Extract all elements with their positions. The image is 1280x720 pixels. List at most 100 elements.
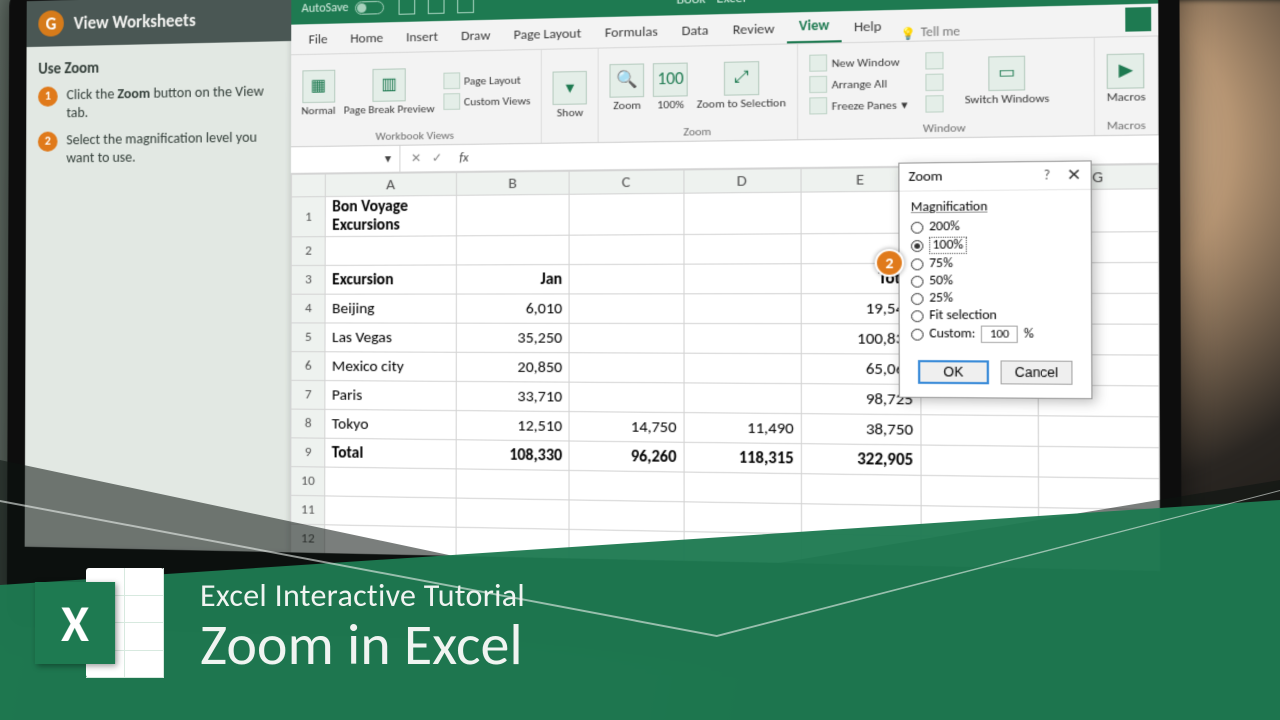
cell[interactable] bbox=[456, 194, 569, 236]
cell[interactable]: 12,510 bbox=[456, 411, 569, 441]
cell[interactable] bbox=[921, 506, 1039, 539]
cell[interactable] bbox=[569, 382, 683, 412]
row-header[interactable]: 4 bbox=[291, 294, 325, 323]
cell[interactable] bbox=[684, 532, 801, 564]
cell[interactable] bbox=[456, 498, 569, 529]
page-break-preview-button[interactable]: ▥Page Break Preview bbox=[344, 68, 435, 117]
switch-windows-button[interactable]: ▭Switch Windows bbox=[965, 55, 1050, 107]
dialog-help-icon[interactable]: ? bbox=[1044, 168, 1051, 183]
tab-page-layout[interactable]: Page Layout bbox=[502, 19, 593, 49]
quick-access-toolbar[interactable] bbox=[398, 0, 473, 15]
cell[interactable] bbox=[569, 193, 683, 235]
cell[interactable] bbox=[569, 264, 683, 294]
cell[interactable] bbox=[801, 474, 921, 506]
zoom-to-selection-button[interactable]: ⤢Zoom to Selection bbox=[697, 60, 786, 111]
cell[interactable]: Bon Voyage Excursions bbox=[326, 195, 457, 236]
cell[interactable] bbox=[325, 554, 456, 571]
cell[interactable] bbox=[569, 500, 683, 532]
share-button[interactable] bbox=[1125, 7, 1151, 32]
cell[interactable] bbox=[325, 496, 456, 527]
ok-button[interactable]: OK bbox=[918, 360, 989, 384]
radio-25[interactable]: 25% bbox=[911, 291, 1079, 306]
hide-button[interactable] bbox=[926, 74, 944, 92]
tab-file[interactable]: File bbox=[297, 26, 339, 55]
cell[interactable] bbox=[684, 472, 801, 504]
cell[interactable] bbox=[569, 294, 683, 324]
cell[interactable] bbox=[1039, 416, 1160, 448]
radio-50[interactable]: 50% bbox=[911, 273, 1079, 289]
cell[interactable] bbox=[801, 534, 921, 567]
save-icon[interactable] bbox=[398, 0, 415, 15]
row-header[interactable]: 6 bbox=[291, 352, 325, 381]
row-header[interactable]: 3 bbox=[291, 265, 325, 294]
cell[interactable]: 118,315 bbox=[684, 442, 801, 473]
cell[interactable] bbox=[569, 559, 684, 571]
show-dropdown[interactable]: ▾Show bbox=[553, 71, 587, 120]
cell[interactable]: 96,260 bbox=[569, 441, 683, 472]
cell[interactable]: Mexico city bbox=[325, 352, 456, 382]
split-button[interactable] bbox=[926, 52, 944, 70]
row-header[interactable]: 11 bbox=[291, 495, 325, 524]
cell[interactable]: Las Vegas bbox=[325, 323, 456, 352]
cell[interactable]: 33,710 bbox=[456, 381, 569, 411]
row-header[interactable]: 13 bbox=[291, 553, 325, 571]
radio-100[interactable]: 100% bbox=[911, 236, 1079, 254]
toggle-off-icon[interactable] bbox=[355, 0, 384, 14]
page-layout-button[interactable]: Page Layout bbox=[443, 71, 530, 89]
cell[interactable] bbox=[569, 323, 683, 353]
cell[interactable] bbox=[1039, 477, 1160, 510]
cell[interactable] bbox=[325, 525, 456, 557]
cell[interactable]: 35,250 bbox=[456, 323, 569, 353]
arrange-all-button[interactable]: Arrange All bbox=[809, 74, 907, 93]
tab-formulas[interactable]: Formulas bbox=[593, 18, 670, 48]
cell[interactable] bbox=[683, 264, 800, 294]
cancel-button[interactable]: Cancel bbox=[1001, 360, 1073, 384]
tab-insert[interactable]: Insert bbox=[395, 23, 450, 52]
cell[interactable]: 6,010 bbox=[456, 294, 569, 323]
cell[interactable] bbox=[684, 294, 801, 324]
cell[interactable] bbox=[684, 561, 801, 571]
cell[interactable] bbox=[1039, 508, 1160, 541]
column-header[interactable]: B bbox=[456, 171, 569, 195]
new-window-button[interactable]: New Window bbox=[809, 53, 907, 72]
cell[interactable] bbox=[801, 504, 921, 536]
column-header[interactable]: C bbox=[569, 170, 683, 194]
row-header[interactable]: 8 bbox=[291, 409, 325, 438]
tab-review[interactable]: Review bbox=[721, 15, 787, 45]
cell[interactable] bbox=[921, 415, 1039, 447]
row-header[interactable]: 7 bbox=[291, 380, 325, 409]
cell[interactable] bbox=[456, 556, 569, 571]
cell[interactable] bbox=[569, 529, 684, 561]
select-all-corner[interactable] bbox=[291, 174, 325, 197]
radio-200[interactable]: 200% bbox=[911, 218, 1079, 234]
cell[interactable] bbox=[1039, 538, 1160, 571]
radio-custom[interactable]: Custom: 100 % bbox=[911, 325, 1079, 343]
row-header[interactable]: 12 bbox=[291, 524, 325, 554]
redo-icon[interactable] bbox=[457, 0, 474, 13]
cell[interactable]: Tokyo bbox=[325, 409, 456, 439]
autosave-toggle[interactable]: AutoSave bbox=[301, 0, 383, 16]
cell[interactable]: 322,905 bbox=[801, 444, 921, 476]
custom-views-button[interactable]: Custom Views bbox=[443, 92, 531, 110]
zoom-button[interactable]: 🔍Zoom bbox=[610, 63, 645, 112]
cell[interactable]: Total bbox=[325, 438, 456, 469]
cell[interactable]: 108,330 bbox=[456, 440, 569, 471]
cell[interactable] bbox=[325, 236, 456, 266]
freeze-panes-button[interactable]: Freeze Panes▾ bbox=[809, 96, 907, 115]
cell[interactable]: 14,750 bbox=[569, 412, 683, 443]
cell[interactable] bbox=[569, 470, 683, 501]
row-header[interactable]: 10 bbox=[291, 467, 325, 496]
cell[interactable] bbox=[683, 192, 800, 234]
cell[interactable] bbox=[1039, 446, 1160, 478]
cell[interactable] bbox=[921, 475, 1039, 507]
row-header[interactable]: 1 bbox=[291, 197, 325, 237]
column-header[interactable]: D bbox=[683, 169, 800, 194]
radio-75[interactable]: 75% bbox=[911, 256, 1079, 272]
radio-fitselection[interactable]: Fit selection bbox=[911, 308, 1079, 323]
cell[interactable]: 11,490 bbox=[684, 413, 801, 444]
undo-icon[interactable] bbox=[428, 0, 445, 14]
enter-formula-icon[interactable]: ✓ bbox=[432, 150, 443, 166]
cell[interactable] bbox=[456, 235, 569, 265]
cell[interactable] bbox=[456, 527, 569, 559]
cancel-formula-icon[interactable]: ✕ bbox=[411, 151, 422, 167]
